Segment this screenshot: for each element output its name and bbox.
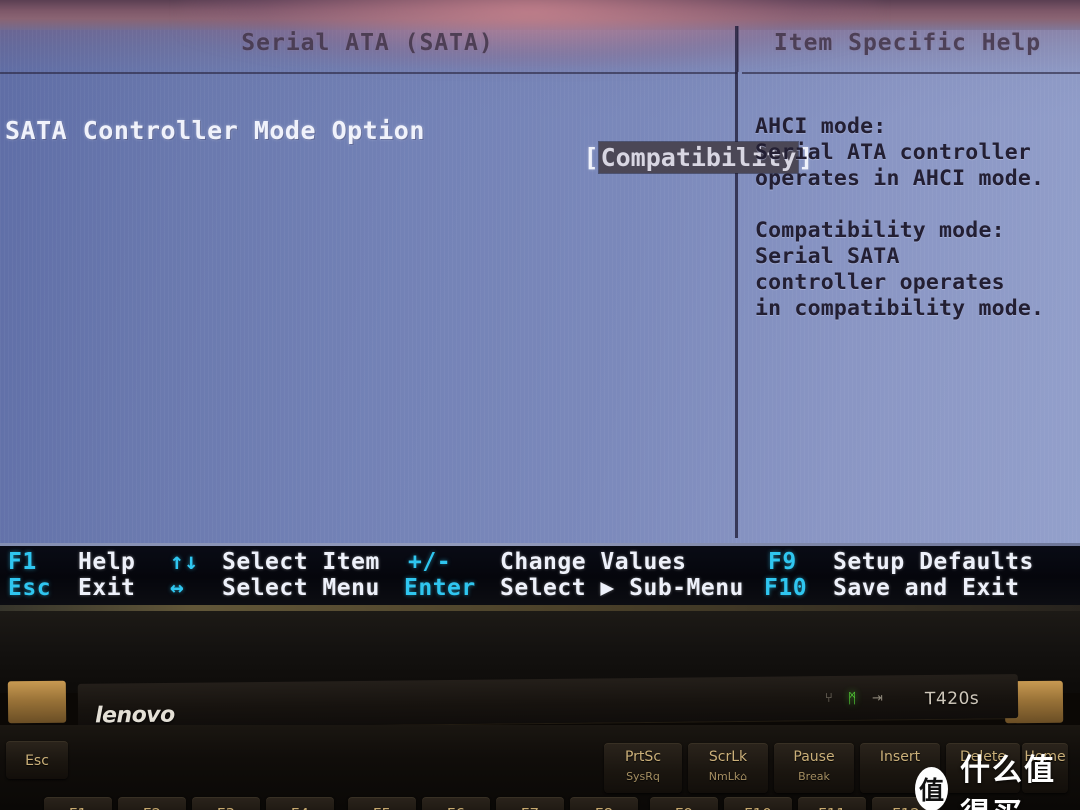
wifi-icon: ⑂ <box>824 690 833 707</box>
setting-row-sata-controller-mode[interactable]: SATA Controller Mode Option [Compatibili… <box>5 116 813 173</box>
fnkey-esc[interactable]: Esc <box>8 575 51 601</box>
fnkey-leftright-arrows[interactable]: ↔ <box>170 575 184 601</box>
fnkey-f10[interactable]: F10 <box>764 575 807 601</box>
key-esc-label: Esc <box>25 753 49 769</box>
fnkey-enter[interactable]: Enter <box>404 575 476 601</box>
key-f10-label: F10 <box>724 805 792 810</box>
help-line: Serial SATA <box>755 244 900 269</box>
bios-screen: Serial ATA (SATA) Item Specific Help SAT… <box>0 0 1080 545</box>
model-label: T420s <box>924 688 980 710</box>
help-line: AHCI mode: <box>755 114 887 139</box>
key-f8-label: F8 <box>570 805 638 810</box>
fnbar-row-2: Esc Exit ↔ Select Menu Enter Select ▶ Su… <box>0 575 1080 601</box>
fnkey-f9[interactable]: F9 <box>768 549 797 575</box>
fnlabel-save-and-exit: Save and Exit <box>833 575 1020 601</box>
panel-title-help: Item Specific Help <box>773 30 1042 56</box>
fnbar-row-1: F1 Help ↑↓ Select Item +/- Change Values… <box>0 549 1080 575</box>
laptop-chassis: lenovo T420s ⑂ ᛗ ⇥ Esc 🔇 − 🔈 + ✕ ThinkVa… <box>0 605 1080 810</box>
key-scrlk-label: ScrLk <box>708 749 748 765</box>
fnbar-grid: F1 Help ↑↓ Select Item +/- Change Values… <box>0 547 1080 605</box>
help-line: Serial ATA controller <box>755 140 1032 165</box>
setting-label-sata-controller-mode: SATA Controller Mode Option <box>5 116 425 145</box>
value-bracket-open: [ <box>583 143 599 172</box>
help-line: Compatibility mode: <box>755 218 1005 243</box>
key-prtsc-label: PrtSc <box>624 749 662 765</box>
key-f4-label: F4 <box>266 805 334 810</box>
key-pause-label: Pause <box>793 749 835 765</box>
panel-vertical-divider <box>735 26 738 538</box>
key-f7-label: F7 <box>496 805 564 810</box>
fnlabel-setup-defaults: Setup Defaults <box>833 549 1034 575</box>
watermark-text: 什么值得买 <box>960 753 1056 810</box>
fnlabel-select-menu: Select Menu <box>222 575 380 601</box>
fnkey-f1[interactable]: F1 <box>8 549 37 575</box>
key-f2-label: F2 <box>118 805 186 810</box>
hinge-cap-left <box>7 680 67 724</box>
key-f3-label: F3 <box>192 805 260 810</box>
help-line: operates in AHCI mode. <box>755 166 1045 191</box>
left-panel-header: Serial ATA (SATA) <box>0 26 735 72</box>
fnlabel-exit: Exit <box>78 575 136 601</box>
screenshot-root: Serial ATA (SATA) Item Specific Help SAT… <box>0 0 1080 810</box>
item-specific-help-pane: AHCI mode: Serial ATA controller operate… <box>745 72 1080 538</box>
right-panel-header: Item Specific Help <box>735 26 1080 72</box>
fnkey-plus-minus[interactable]: +/- <box>408 549 451 575</box>
bluetooth-icon: ᛗ <box>847 690 857 708</box>
fnlabel-select-submenu: Select ▶ Sub-Menu <box>500 575 744 601</box>
fnlabel-help: Help <box>78 549 136 575</box>
key-f9-label: F9 <box>650 805 718 810</box>
key-scrlk-sublabel: NmLk⌂ <box>708 770 748 783</box>
key-f5-label: F5 <box>348 805 416 810</box>
fnkey-updown-arrows[interactable]: ↑↓ <box>170 549 199 575</box>
site-watermark: 值 什么值得买 <box>915 745 1080 810</box>
settings-list: SATA Controller Mode Option [Compatibili… <box>0 72 813 538</box>
key-pause-sublabel: Break <box>798 770 830 783</box>
key-f1-label: F1 <box>44 805 112 810</box>
fnbar-top-edge <box>0 543 1080 546</box>
key-f6-label: F6 <box>422 805 490 810</box>
fnlabel-select-item: Select Item <box>222 549 380 575</box>
key-prtsc-sublabel: SysRq <box>626 770 660 783</box>
help-line: in compatibility mode. <box>755 296 1045 321</box>
help-paragraph-gap <box>755 192 1076 218</box>
help-line: controller operates <box>755 270 1005 295</box>
power-status-icon: ⇥ <box>871 690 883 707</box>
watermark-badge: 值 <box>915 767 948 810</box>
bios-function-key-bar: F1 Help ↑↓ Select Item +/- Change Values… <box>0 543 1080 605</box>
panel-title-sata: Serial ATA (SATA) <box>241 30 494 56</box>
fnlabel-change-values: Change Values <box>500 549 687 575</box>
key-f11-label: F11 <box>798 805 866 810</box>
